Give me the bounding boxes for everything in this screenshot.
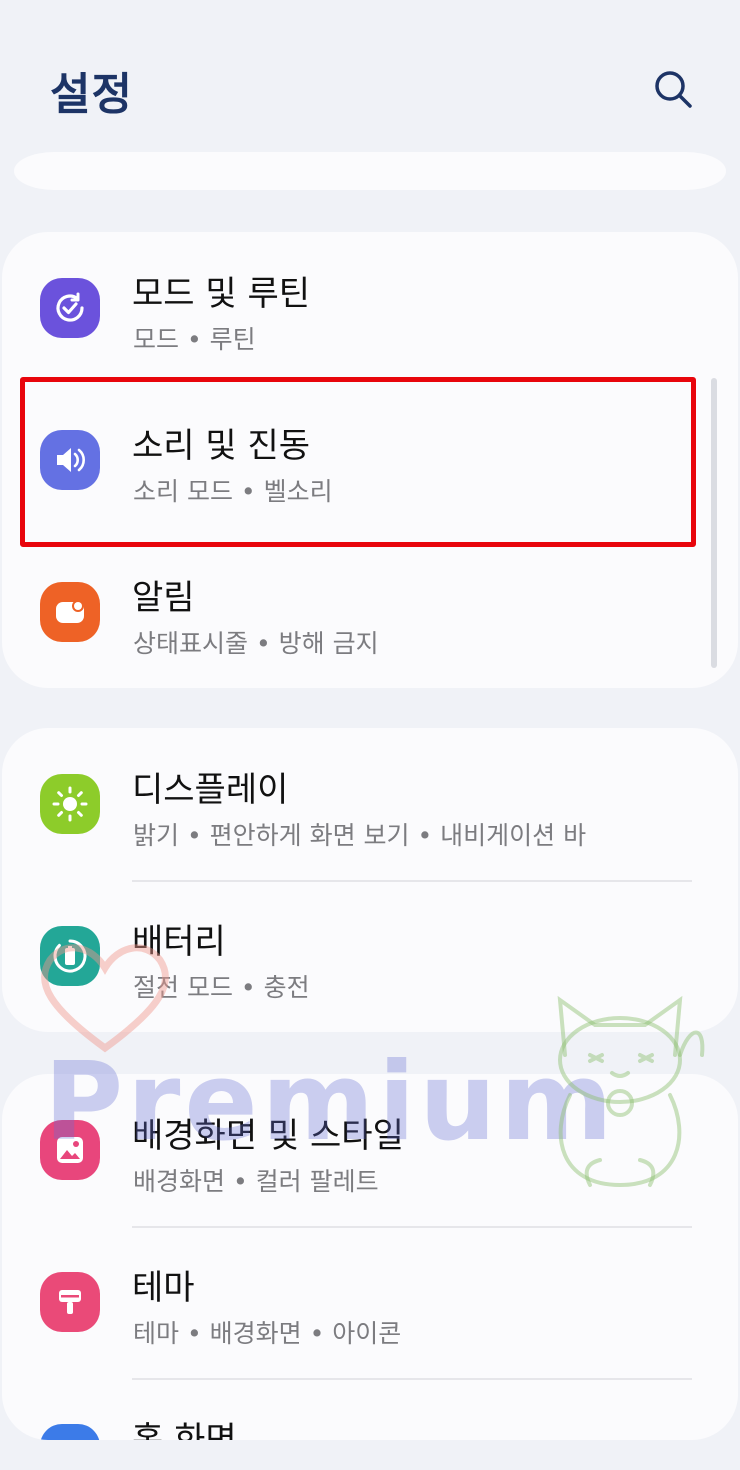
search-icon bbox=[655, 71, 692, 108]
menu-item-title: 디스플레이 bbox=[132, 770, 289, 810]
scrollbar[interactable] bbox=[711, 378, 717, 668]
highlight-box bbox=[20, 377, 696, 547]
menu-item-subtitle: 배경화면 • 컬러 팔레트 bbox=[133, 1167, 379, 1196]
menu-item-themes[interactable]: 테마 테마 • 배경화면 • 아이콘 bbox=[2, 1226, 738, 1378]
cat-watermark-icon bbox=[557, 995, 705, 1188]
theme-icon bbox=[40, 1272, 100, 1332]
search-button[interactable] bbox=[648, 64, 698, 114]
mode-routine-icon bbox=[40, 278, 100, 338]
notification-icon bbox=[40, 582, 100, 642]
menu-item-display[interactable]: 디스플레이 밝기 • 편안하게 화면 보기 • 내비게이션 바 bbox=[2, 728, 738, 880]
menu-item-subtitle: 테마 • 배경화면 • 아이콘 bbox=[133, 1319, 402, 1348]
menu-item-title: 테마 bbox=[132, 1268, 195, 1308]
menu-item-title: 홈 화면 bbox=[132, 1420, 237, 1440]
menu-item-subtitle: 모드 • 루틴 bbox=[133, 325, 256, 354]
menu-item-notifications[interactable]: 알림 상태표시줄 • 방해 금지 bbox=[2, 536, 738, 688]
menu-item-modes-routines[interactable]: 모드 및 루틴 모드 • 루틴 bbox=[2, 232, 738, 384]
menu-item-subtitle: 밝기 • 편안하게 화면 보기 • 내비게이션 바 bbox=[133, 821, 587, 850]
header: 설정 bbox=[0, 0, 740, 150]
collapsed-card[interactable] bbox=[14, 152, 726, 190]
brightness-icon bbox=[40, 774, 100, 834]
menu-item-title: 알림 bbox=[132, 578, 195, 618]
menu-item-home-screen[interactable]: 홈 화면 bbox=[2, 1378, 738, 1440]
menu-item-title: 모드 및 루틴 bbox=[132, 274, 311, 314]
page-title: 설정 bbox=[50, 69, 133, 120]
home-screen-icon bbox=[40, 1424, 100, 1440]
menu-item-subtitle: 상태표시줄 • 방해 금지 bbox=[133, 629, 379, 658]
